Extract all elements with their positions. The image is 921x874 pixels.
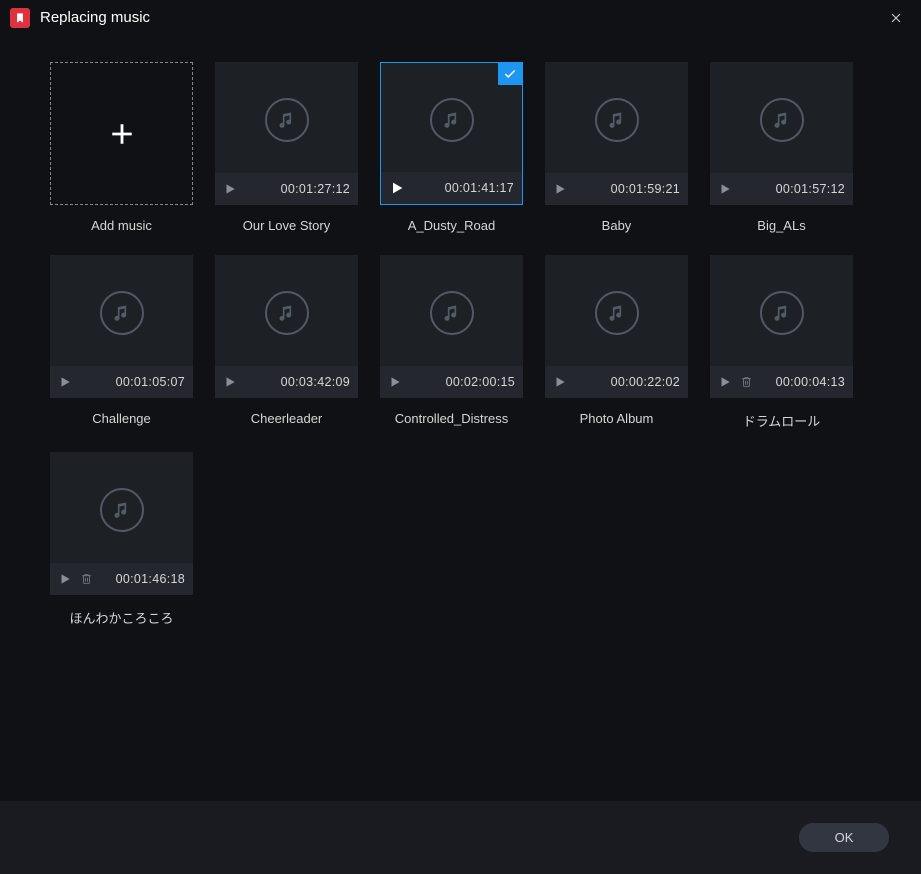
- music-note-icon: [595, 291, 639, 335]
- music-name: ドラムロール: [743, 411, 821, 430]
- music-tile: 00:00:04:13 ドラムロール: [710, 255, 853, 430]
- add-music-label: Add music: [91, 218, 152, 233]
- music-name: Big_ALs: [757, 218, 805, 233]
- music-note-icon: [265, 98, 309, 142]
- time-strip: 00:01:05:07: [50, 366, 193, 398]
- music-note-icon: [760, 98, 804, 142]
- play-button[interactable]: [718, 375, 732, 389]
- music-tile: 00:02:00:15 Controlled_Distress: [380, 255, 523, 430]
- window-title: Replacing music: [40, 9, 150, 26]
- music-thumb[interactable]: 00:01:27:12: [215, 62, 358, 205]
- music-note-icon: [595, 98, 639, 142]
- play-button[interactable]: [223, 375, 237, 389]
- time-strip: 00:02:00:15: [380, 366, 523, 398]
- music-thumb[interactable]: 00:00:22:02: [545, 255, 688, 398]
- time-strip: 00:03:42:09: [215, 366, 358, 398]
- music-thumb[interactable]: 00:01:59:21: [545, 62, 688, 205]
- add-music-tile: Add music: [50, 62, 193, 233]
- music-thumb[interactable]: 00:01:57:12: [710, 62, 853, 205]
- time-strip: 00:00:22:02: [545, 366, 688, 398]
- music-thumb[interactable]: 00:02:00:15: [380, 255, 523, 398]
- play-button[interactable]: [58, 375, 72, 389]
- music-note-icon: [430, 98, 474, 142]
- ok-button[interactable]: OK: [799, 823, 889, 852]
- plus-icon: [109, 121, 135, 147]
- play-button[interactable]: [553, 375, 567, 389]
- app-logo: [10, 8, 30, 28]
- time-strip: 00:01:57:12: [710, 173, 853, 205]
- music-note-icon: [760, 291, 804, 335]
- music-thumb[interactable]: 00:00:04:13: [710, 255, 853, 398]
- play-button[interactable]: [223, 182, 237, 196]
- music-tile: 00:01:59:21 Baby: [545, 62, 688, 233]
- duration-text: 00:00:22:02: [611, 375, 680, 389]
- music-name: Our Love Story: [243, 218, 330, 233]
- duration-text: 00:01:46:18: [116, 572, 185, 586]
- play-button[interactable]: [718, 182, 732, 196]
- music-name: Cheerleader: [251, 411, 323, 426]
- play-button[interactable]: [389, 180, 405, 196]
- music-thumb[interactable]: 00:01:41:17: [380, 62, 523, 205]
- time-strip: 00:01:59:21: [545, 173, 688, 205]
- time-strip: 00:01:41:17: [381, 172, 522, 204]
- music-tile: 00:01:05:07 Challenge: [50, 255, 193, 430]
- time-strip: 00:01:46:18: [50, 563, 193, 595]
- time-strip: 00:00:04:13: [710, 366, 853, 398]
- play-button[interactable]: [553, 182, 567, 196]
- duration-text: 00:03:42:09: [281, 375, 350, 389]
- music-tile: 00:03:42:09 Cheerleader: [215, 255, 358, 430]
- music-tile: 00:01:27:12 Our Love Story: [215, 62, 358, 233]
- time-strip: 00:01:27:12: [215, 173, 358, 205]
- close-icon: [890, 12, 902, 24]
- duration-text: 00:01:59:21: [611, 182, 680, 196]
- music-tile: 00:01:46:18 ほんわかころころ: [50, 452, 193, 627]
- music-name: ほんわかころころ: [69, 608, 173, 627]
- duration-text: 00:02:00:15: [446, 375, 515, 389]
- selected-check-icon: [498, 63, 522, 85]
- music-tile: 00:00:22:02 Photo Album: [545, 255, 688, 430]
- close-button[interactable]: [881, 3, 911, 33]
- titlebar: Replacing music: [0, 0, 921, 35]
- music-note-icon: [265, 291, 309, 335]
- duration-text: 00:00:04:13: [776, 375, 845, 389]
- music-name: Photo Album: [580, 411, 654, 426]
- music-tile: 00:01:41:17 A_Dusty_Road: [380, 62, 523, 233]
- delete-button[interactable]: [80, 572, 93, 586]
- music-thumb[interactable]: 00:01:46:18: [50, 452, 193, 595]
- duration-text: 00:01:05:07: [116, 375, 185, 389]
- music-note-icon: [100, 488, 144, 532]
- music-name: Baby: [602, 218, 632, 233]
- play-button[interactable]: [388, 375, 402, 389]
- music-grid: Add music 00:01:27:12Our Love Story00:01…: [0, 35, 921, 637]
- add-music-button[interactable]: [50, 62, 193, 205]
- delete-button[interactable]: [740, 375, 753, 389]
- music-name: Challenge: [92, 411, 151, 426]
- footer: OK: [0, 801, 921, 874]
- music-name: Controlled_Distress: [395, 411, 508, 426]
- music-tile: 00:01:57:12 Big_ALs: [710, 62, 853, 233]
- duration-text: 00:01:57:12: [776, 182, 845, 196]
- music-thumb[interactable]: 00:01:05:07: [50, 255, 193, 398]
- play-button[interactable]: [58, 572, 72, 586]
- music-note-icon: [430, 291, 474, 335]
- duration-text: 00:01:27:12: [281, 182, 350, 196]
- music-thumb[interactable]: 00:03:42:09: [215, 255, 358, 398]
- music-note-icon: [100, 291, 144, 335]
- music-name: A_Dusty_Road: [408, 218, 495, 233]
- duration-text: 00:01:41:17: [445, 181, 514, 195]
